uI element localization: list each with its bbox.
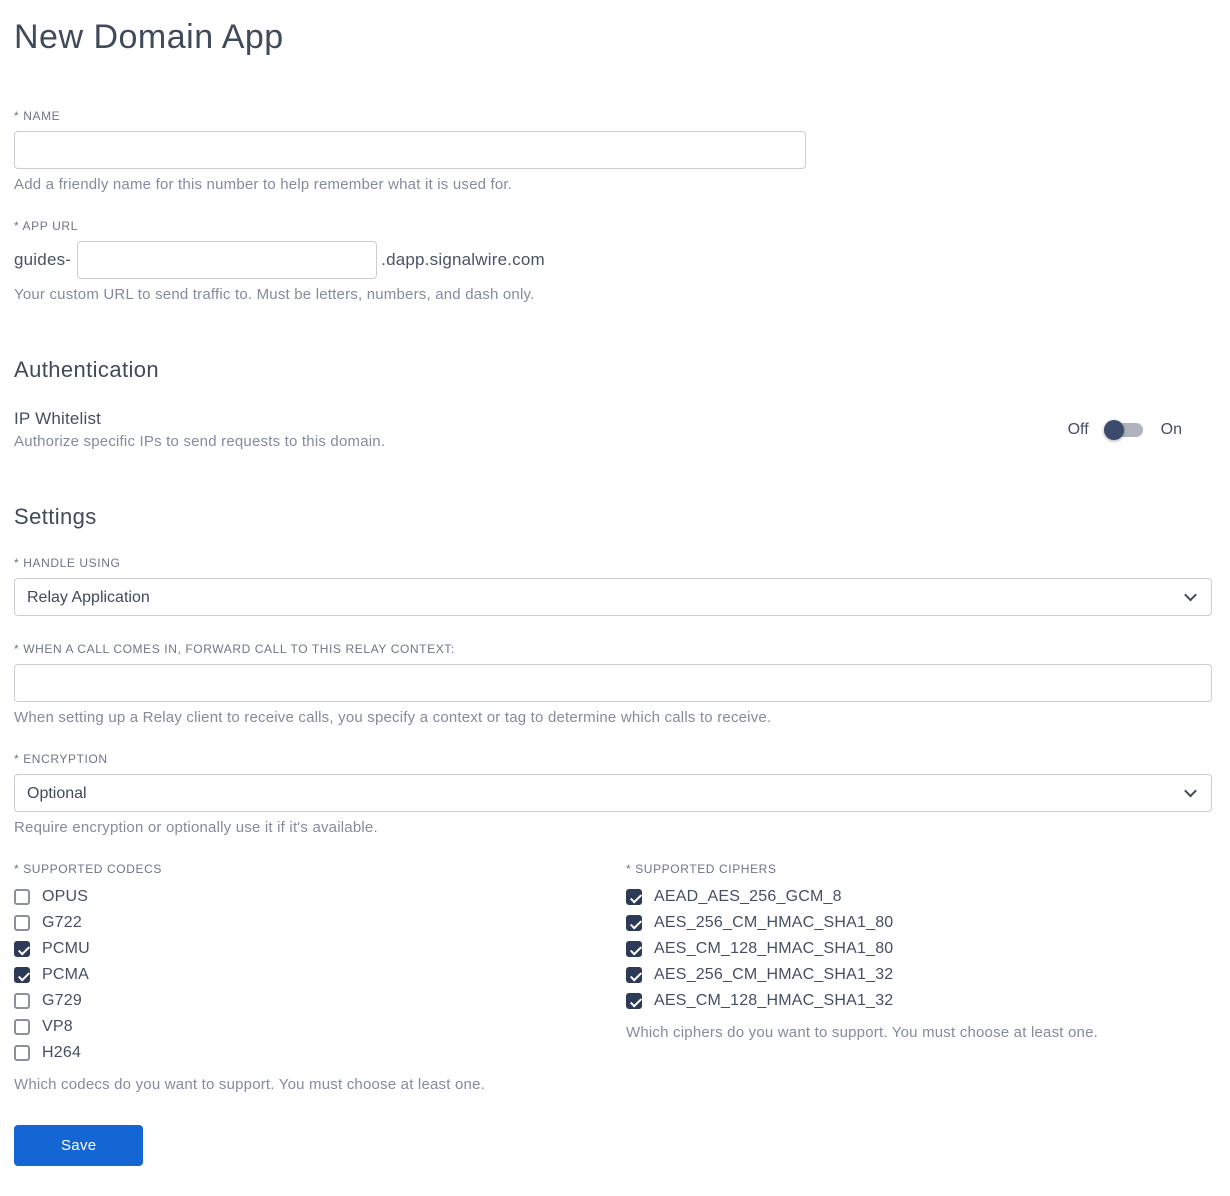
- supported-codecs-help: Which codecs do you want to support. You…: [14, 1076, 485, 1093]
- ip-whitelist-row: IP Whitelist Authorize specific IPs to s…: [14, 409, 1212, 450]
- ip-whitelist-help: Authorize specific IPs to send requests …: [14, 433, 386, 450]
- checkbox-icon[interactable]: [626, 993, 642, 1009]
- codec-label: PCMA: [42, 966, 90, 983]
- encryption-field: * ENCRYPTION Optional Require encryption…: [14, 752, 1212, 836]
- supported-ciphers-label: * SUPPORTED CIPHERS: [626, 862, 777, 876]
- ip-whitelist-toggle-group: Off On: [1067, 419, 1212, 440]
- cipher-option[interactable]: AES_256_CM_HMAC_SHA1_32: [626, 962, 1212, 988]
- app-url-label: * APP URL: [14, 219, 78, 233]
- relay-context-label: * WHEN A CALL COMES IN, FORWARD CALL TO …: [14, 642, 455, 656]
- checkbox-icon[interactable]: [14, 1019, 30, 1035]
- codecs-ciphers-columns: * SUPPORTED CODECS OPUS G722 PCMU PCMA G…: [14, 862, 1212, 1093]
- handle-using-field: * HANDLE USING Relay Application: [14, 556, 1212, 616]
- name-help: Add a friendly name for this number to h…: [14, 176, 513, 193]
- name-field: * NAME Add a friendly name for this numb…: [14, 109, 1212, 193]
- codec-label: H264: [42, 1044, 82, 1061]
- cipher-option[interactable]: AEAD_AES_256_GCM_8: [626, 884, 1212, 910]
- codec-option-pcmu[interactable]: PCMU: [14, 936, 626, 962]
- codec-label: G729: [42, 992, 82, 1009]
- authentication-heading: Authentication: [14, 357, 160, 382]
- checkbox-icon[interactable]: [626, 915, 642, 931]
- codec-option-vp8[interactable]: VP8: [14, 1014, 626, 1040]
- handle-using-select[interactable]: Relay Application: [14, 578, 1212, 616]
- codec-option-h264[interactable]: H264: [14, 1040, 626, 1066]
- app-url-input[interactable]: [77, 241, 378, 279]
- cipher-label: AES_256_CM_HMAC_SHA1_32: [654, 966, 894, 983]
- app-url-row: guides- .dapp.signalwire.com: [14, 241, 1212, 279]
- relay-context-help: When setting up a Relay client to receiv…: [14, 709, 772, 726]
- ip-whitelist-label: IP Whitelist: [14, 409, 102, 428]
- supported-codecs-label: * SUPPORTED CODECS: [14, 862, 162, 876]
- app-url-prefix: guides-: [14, 250, 72, 269]
- checkbox-icon[interactable]: [14, 889, 30, 905]
- toggle-on-label: On: [1160, 420, 1182, 438]
- page-title: New Domain App: [14, 18, 284, 56]
- codec-option-g729[interactable]: G729: [14, 988, 626, 1014]
- cipher-label: AES_CM_128_HMAC_SHA1_80: [654, 940, 894, 957]
- relay-context-field: * WHEN A CALL COMES IN, FORWARD CALL TO …: [14, 642, 1212, 726]
- app-url-field: * APP URL guides- .dapp.signalwire.com Y…: [14, 219, 1212, 303]
- checkbox-icon[interactable]: [626, 941, 642, 957]
- name-label: * NAME: [14, 109, 61, 123]
- cipher-label: AEAD_AES_256_GCM_8: [654, 888, 842, 905]
- app-url-suffix: .dapp.signalwire.com: [381, 250, 545, 269]
- relay-context-input[interactable]: [14, 664, 1212, 702]
- handle-using-label: * HANDLE USING: [14, 556, 121, 570]
- app-url-help: Your custom URL to send traffic to. Must…: [14, 286, 535, 303]
- settings-heading: Settings: [14, 504, 97, 529]
- toggle-off-label: Off: [1067, 420, 1089, 438]
- new-domain-app-page: New Domain App * NAME Add a friendly nam…: [0, 0, 1230, 1196]
- cipher-option[interactable]: AES_256_CM_HMAC_SHA1_80: [626, 910, 1212, 936]
- codec-label: PCMU: [42, 940, 90, 957]
- encryption-select-wrap: Optional: [14, 774, 1212, 812]
- codec-label: G722: [42, 914, 82, 931]
- checkbox-icon[interactable]: [626, 967, 642, 983]
- cipher-option[interactable]: AES_CM_128_HMAC_SHA1_32: [626, 988, 1212, 1014]
- encryption-help: Require encryption or optionally use it …: [14, 819, 378, 836]
- ip-whitelist-toggle[interactable]: [1103, 419, 1143, 440]
- cipher-option[interactable]: AES_CM_128_HMAC_SHA1_80: [626, 936, 1212, 962]
- checkbox-icon[interactable]: [14, 993, 30, 1009]
- checkbox-icon[interactable]: [626, 889, 642, 905]
- encryption-select[interactable]: Optional: [14, 774, 1212, 812]
- codec-label: VP8: [42, 1018, 73, 1035]
- codec-option-opus[interactable]: OPUS: [14, 884, 626, 910]
- cipher-label: AES_256_CM_HMAC_SHA1_80: [654, 914, 894, 931]
- checkbox-icon[interactable]: [14, 915, 30, 931]
- checkbox-icon[interactable]: [14, 1045, 30, 1061]
- cipher-label: AES_CM_128_HMAC_SHA1_32: [654, 992, 894, 1009]
- toggle-knob-icon: [1103, 419, 1124, 440]
- handle-using-select-wrap: Relay Application: [14, 578, 1212, 616]
- codec-option-pcma[interactable]: PCMA: [14, 962, 626, 988]
- supported-codecs-group: * SUPPORTED CODECS OPUS G722 PCMU PCMA G…: [14, 862, 626, 1093]
- supported-ciphers-group: * SUPPORTED CIPHERS AEAD_AES_256_GCM_8 A…: [626, 862, 1212, 1041]
- checkbox-icon[interactable]: [14, 967, 30, 983]
- save-button[interactable]: Save: [14, 1125, 144, 1166]
- supported-ciphers-help: Which ciphers do you want to support. Yo…: [626, 1024, 1099, 1041]
- ip-whitelist-text: IP Whitelist Authorize specific IPs to s…: [14, 409, 385, 450]
- codec-label: OPUS: [42, 888, 89, 905]
- name-input[interactable]: [14, 131, 806, 169]
- encryption-label: * ENCRYPTION: [14, 752, 108, 766]
- checkbox-icon[interactable]: [14, 941, 30, 957]
- codec-option-g722[interactable]: G722: [14, 910, 626, 936]
